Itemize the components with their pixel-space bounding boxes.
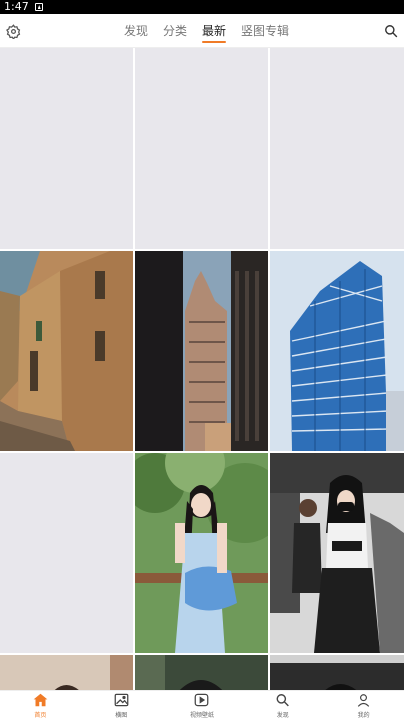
partial-photo-image (270, 655, 404, 690)
wallpaper-tile-partial[interactable] (270, 655, 404, 690)
partial-photo-image (0, 655, 133, 690)
wallpaper-tile-partial[interactable] (135, 655, 268, 690)
nav-label-discover: 发现 (276, 712, 289, 719)
play-icon (194, 692, 210, 708)
search-icon (275, 692, 291, 708)
tab-category[interactable]: 分类 (163, 14, 187, 48)
top-bar: 发现 分类 最新 竖图专辑 (0, 14, 404, 48)
tab-latest[interactable]: 最新 (202, 14, 227, 48)
status-time: 1:47 (4, 0, 29, 13)
search-icon (385, 25, 398, 38)
skyscraper-image (135, 251, 268, 451)
wallpaper-grid (0, 48, 404, 690)
wallpaper-tile-glass-tower[interactable] (270, 251, 404, 451)
search-button[interactable] (382, 22, 400, 40)
wallpaper-tile-girl-in-mask[interactable] (270, 453, 404, 653)
partial-photo-image (135, 655, 268, 690)
nav-label-video-wallpaper: 视频壁纸 (189, 712, 214, 719)
wallpaper-tile-placeholder[interactable] (135, 48, 268, 249)
glass-tower-image (270, 251, 404, 451)
wallpaper-tile-placeholder[interactable] (270, 48, 404, 249)
tab-vertical-album[interactable]: 竖图专辑 (241, 14, 289, 48)
nav-item-discover[interactable]: 发现 (242, 691, 323, 720)
girl-in-mask-image (270, 453, 404, 653)
wallpaper-tile-placeholder[interactable] (0, 48, 133, 249)
tab-discover[interactable]: 发现 (124, 14, 148, 48)
category-tabs: 发现 分类 最新 竖图专辑 (124, 14, 289, 48)
nav-item-home[interactable]: 首页 (0, 691, 81, 720)
bottom-nav: 首页 横图 视频壁纸 发现 我的 (0, 690, 404, 720)
user-icon (356, 692, 372, 708)
image-icon (113, 692, 129, 708)
nav-label-home: 首页 (34, 712, 47, 719)
nav-label-mine: 我的 (357, 712, 370, 719)
wallpaper-tile-stone-alley[interactable] (0, 251, 133, 451)
notification-icon (34, 3, 43, 11)
nav-label-landscape: 横图 (115, 712, 128, 719)
stone-alley-image (0, 251, 133, 451)
status-bar: 1:47 (0, 0, 404, 14)
settings-button[interactable] (4, 22, 22, 40)
nav-item-landscape[interactable]: 横图 (81, 691, 162, 720)
nav-item-video-wallpaper[interactable]: 视频壁纸 (162, 691, 243, 720)
wallpaper-tile-partial[interactable] (0, 655, 133, 690)
wallpaper-tile-skyscraper[interactable] (135, 251, 268, 451)
wallpaper-tile-girl-with-bag[interactable] (135, 453, 268, 653)
home-icon (32, 692, 48, 708)
wallpaper-tile-placeholder[interactable] (0, 453, 133, 653)
girl-with-bag-image (135, 453, 268, 653)
nav-item-mine[interactable]: 我的 (323, 691, 404, 720)
settings-icon (5, 23, 20, 39)
